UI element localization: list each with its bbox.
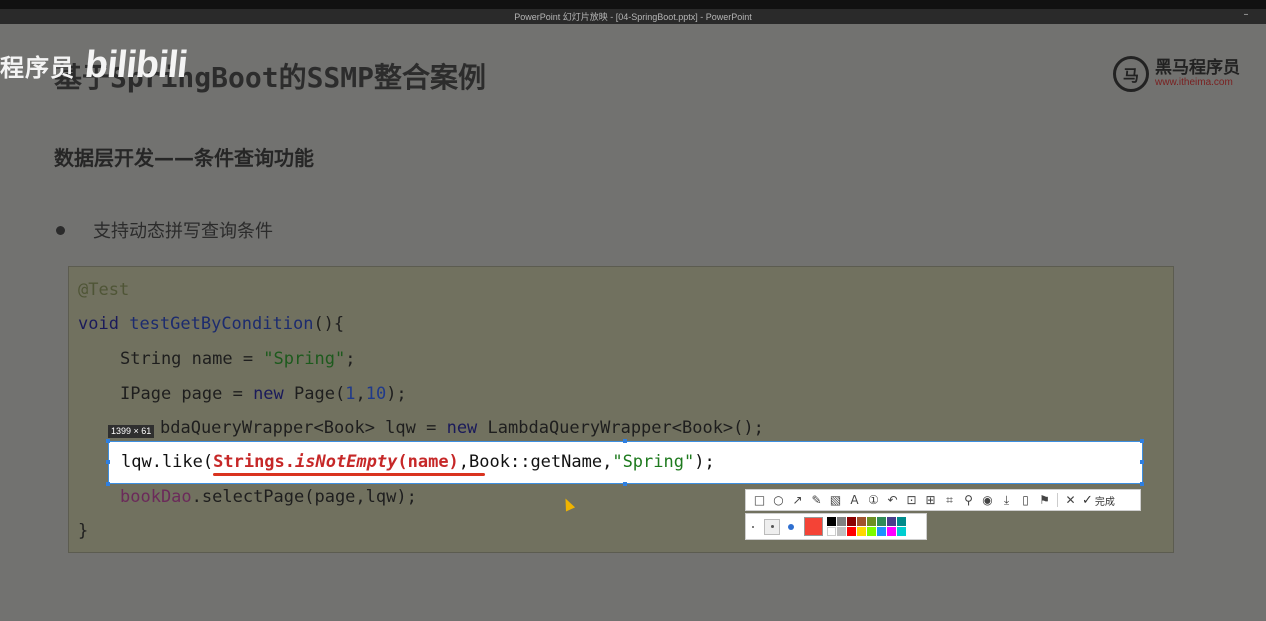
window-title: PowerPoint 幻灯片放映 - [04-SpringBoot.pptx] … [514, 12, 752, 22]
mosaic-icon[interactable]: ▧ [826, 491, 845, 509]
bullet-text: 支持动态拼写查询条件 [93, 221, 273, 242]
horse-logo-icon: 马 [1113, 56, 1149, 92]
code-line-1: @Test [78, 280, 130, 300]
resize-handle[interactable] [106, 439, 110, 443]
pin-icon[interactable]: ⚲ [959, 491, 978, 509]
brush-size-small[interactable] [752, 525, 754, 528]
color-swatch[interactable] [837, 527, 846, 536]
bilibili-watermark: 程序员 bilibili [0, 40, 190, 90]
done-button[interactable]: ✓ 完成 [1082, 493, 1115, 508]
scan-icon[interactable]: ⌗ [940, 491, 959, 509]
translate-icon[interactable]: ⊞ [921, 491, 940, 509]
check-icon: ✓ [1082, 492, 1093, 508]
red-underline-annotation [213, 473, 485, 476]
number-icon[interactable]: ① [864, 491, 883, 509]
watermark-text: 程序员 [0, 53, 75, 82]
toolbar-divider [1057, 493, 1058, 507]
color-swatch-grid [827, 517, 906, 536]
rectangle-icon[interactable]: □ [750, 491, 769, 509]
download-icon[interactable]: ⤓ [997, 491, 1016, 509]
record-icon[interactable]: ◉ [978, 491, 997, 509]
code-line-8: } [78, 521, 89, 541]
color-swatch[interactable] [877, 517, 886, 526]
minimize-button[interactable]: – [1240, 9, 1252, 21]
brand-url: www.itheima.com [1155, 77, 1233, 88]
resize-handle[interactable] [106, 460, 110, 464]
color-swatch[interactable] [857, 527, 866, 536]
code-line-6: lqw.like(Strings.isNotEmpty(name),Book::… [121, 452, 715, 472]
arrow-icon[interactable]: ↗ [788, 491, 807, 509]
undo-icon[interactable]: ↶ [883, 491, 902, 509]
color-swatch[interactable] [827, 517, 836, 526]
screenshot-selection[interactable]: lqw.like(Strings.isNotEmpty(name),Book::… [108, 441, 1143, 484]
color-swatch[interactable] [897, 517, 906, 526]
code-line-2: void testGetByCondition(){ [78, 314, 345, 334]
brush-size-large[interactable] [788, 523, 794, 530]
resize-handle[interactable] [623, 482, 627, 486]
window-titlebar: PowerPoint 幻灯片放映 - [04-SpringBoot.pptx] … [0, 0, 1266, 24]
text-icon[interactable]: A [845, 491, 864, 509]
color-swatch[interactable] [887, 527, 896, 536]
bullet-item: 支持动态拼写查询条件 [54, 217, 273, 243]
color-swatch[interactable] [887, 517, 896, 526]
color-swatch[interactable] [857, 517, 866, 526]
code-line-5: bdaQueryWrapper<Book> lqw = new LambdaQu… [160, 418, 764, 438]
selection-dimensions: 1399 × 61 [108, 425, 155, 438]
code-line-7: bookDao.selectPage(page,lqw); [120, 487, 417, 507]
bullet-dot-icon [56, 225, 65, 235]
color-swatch[interactable] [847, 527, 856, 536]
color-swatch[interactable] [847, 517, 856, 526]
color-swatch[interactable] [877, 527, 886, 536]
brush-size-medium[interactable] [764, 518, 780, 535]
bilibili-logo-icon: bilibili [82, 43, 190, 86]
resize-handle[interactable] [1140, 460, 1144, 464]
ocr-icon[interactable]: ⊡ [902, 491, 921, 509]
code-line-4: IPage page = new Page(1,10); [120, 384, 407, 404]
color-swatch[interactable] [867, 517, 876, 526]
code-line-3: String name = "Spring"; [120, 349, 356, 369]
ellipse-icon[interactable]: ○ [769, 491, 788, 509]
slide-subtitle: 数据层开发——条件查询功能 [54, 146, 314, 170]
bookmark-icon[interactable]: ⚑ [1035, 491, 1054, 509]
resize-handle[interactable] [106, 482, 110, 486]
resize-handle[interactable] [1140, 482, 1144, 486]
pen-icon[interactable]: ✎ [807, 491, 826, 509]
done-label: 完成 [1094, 496, 1115, 508]
close-icon[interactable]: ✕ [1061, 491, 1080, 509]
color-palette [745, 513, 927, 540]
resize-handle[interactable] [1140, 439, 1144, 443]
brand-logo: 马 黑马程序员 www.itheima.com [1113, 56, 1240, 92]
current-color-swatch[interactable] [804, 517, 823, 536]
brand-name: 黑马程序员 [1155, 58, 1240, 78]
screenshot-toolbar: □ ○ ↗ ✎ ▧ A ① ↶ ⊡ ⊞ ⌗ ⚲ ◉ ⤓ ▯ ⚑ ✕ ✓ 完成 [745, 489, 1141, 511]
phone-icon[interactable]: ▯ [1016, 491, 1035, 509]
color-swatch[interactable] [827, 527, 836, 536]
color-swatch[interactable] [837, 517, 846, 526]
color-swatch[interactable] [897, 527, 906, 536]
color-swatch[interactable] [867, 527, 876, 536]
resize-handle[interactable] [623, 439, 627, 443]
